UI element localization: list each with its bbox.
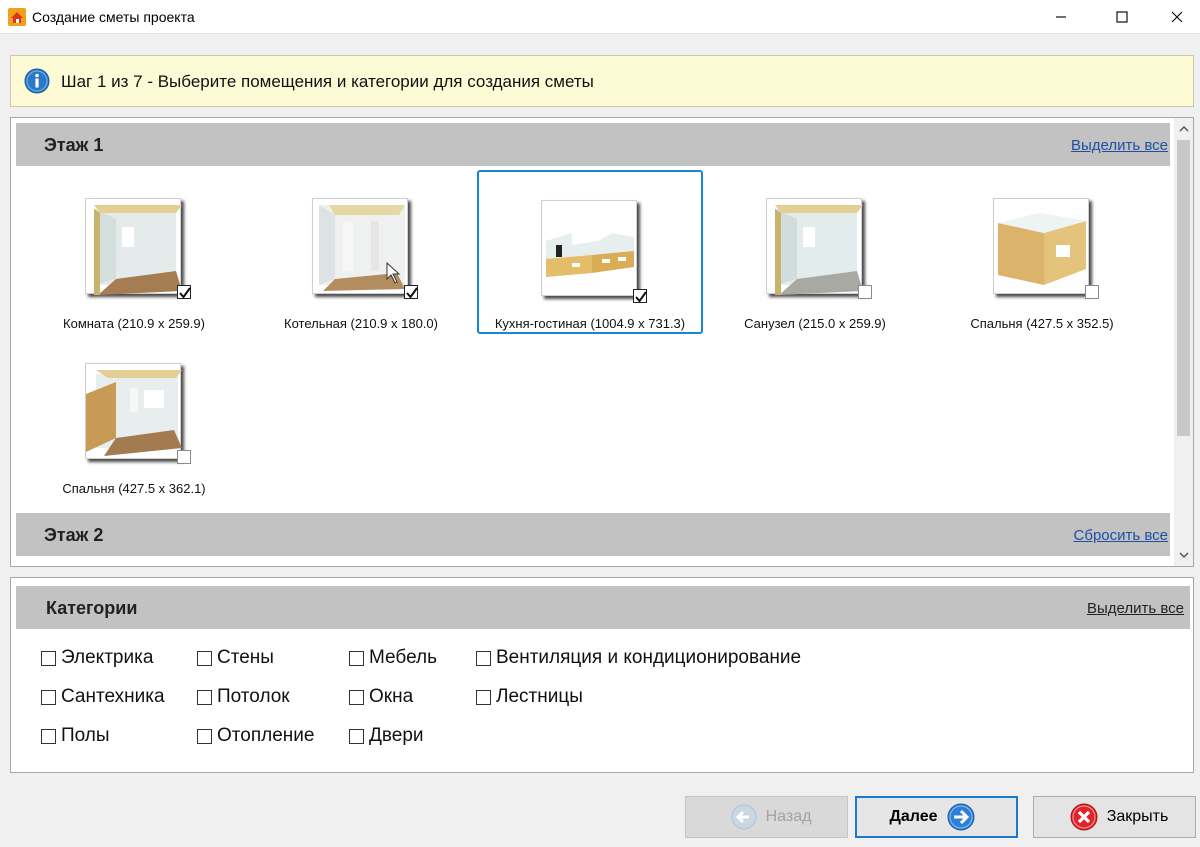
category-plumbing[interactable]: Сантехника: [41, 686, 165, 708]
chevron-down-icon: [1178, 552, 1189, 559]
floor-2-header: Этаж 2 Сбросить все: [16, 513, 1170, 556]
back-button[interactable]: Назад: [685, 796, 848, 838]
window-title: Создание сметы проекта: [32, 9, 195, 25]
categories-panel: Категории Выделить все Электрика Сантехн…: [10, 577, 1194, 773]
floor-1-select-all-link[interactable]: Выделить все: [1071, 137, 1168, 154]
category-windows[interactable]: Окна: [349, 686, 413, 708]
room-thumbnail: [541, 200, 637, 296]
category-label: Лестницы: [496, 686, 583, 707]
room-label: Спальня (427.5 x 362.1): [62, 481, 206, 496]
arrow-left-icon: [731, 804, 757, 830]
close-icon: [1171, 11, 1183, 23]
categories-header: Категории Выделить все: [16, 586, 1190, 629]
next-button[interactable]: Далее: [855, 796, 1018, 838]
category-furniture[interactable]: Мебель: [349, 647, 437, 669]
close-button[interactable]: Закрыть: [1033, 796, 1196, 838]
floor-2-title: Этаж 2: [44, 525, 104, 545]
category-label: Потолок: [217, 686, 290, 707]
scroll-down-button[interactable]: [1174, 546, 1193, 564]
category-label: Окна: [369, 686, 414, 707]
room-checkbox[interactable]: [177, 450, 191, 464]
minimize-button[interactable]: [1038, 0, 1084, 34]
category-label: Электрика: [61, 647, 154, 668]
room-checkbox[interactable]: [404, 285, 418, 299]
category-checkbox[interactable]: [476, 689, 491, 705]
info-bar: Шаг 1 из 7 - Выберите помещения и катего…: [10, 55, 1194, 107]
category-label: Мебель: [369, 647, 437, 668]
room-card-sanuzel[interactable]: Санузел (215.0 x 259.9): [704, 170, 926, 331]
room-label: Комната (210.9 x 259.9): [63, 316, 205, 331]
rooms-scrollbar[interactable]: [1174, 118, 1193, 566]
close-button-label: Закрыть: [1106, 808, 1169, 825]
room-checkbox[interactable]: [1085, 285, 1099, 299]
category-label: Двери: [369, 725, 424, 746]
category-checkbox[interactable]: [41, 689, 56, 705]
category-checkbox[interactable]: [41, 728, 56, 744]
floor-1-header: Этаж 1 Выделить все: [16, 123, 1170, 166]
room-thumbnail: [85, 363, 182, 459]
category-electrics[interactable]: Электрика: [41, 647, 153, 669]
floor-2-reset-all-link[interactable]: Сбросить все: [1074, 527, 1168, 544]
category-checkbox[interactable]: [349, 650, 364, 666]
checkmark-icon: [406, 287, 418, 299]
room-label: Спальня (427.5 x 352.5): [970, 316, 1114, 331]
room-card-spalnya-2[interactable]: Спальня (427.5 x 362.1): [23, 335, 245, 496]
category-label: Вентиляция и кондиционирование: [496, 647, 802, 668]
category-label: Сантехника: [61, 686, 165, 707]
category-heating[interactable]: Отопление: [197, 725, 314, 747]
category-doors[interactable]: Двери: [349, 725, 424, 747]
category-checkbox[interactable]: [197, 728, 212, 744]
checkmark-icon: [635, 291, 647, 303]
maximize-icon: [1116, 11, 1128, 23]
category-stairs[interactable]: Лестницы: [476, 686, 583, 708]
app-home-icon: [8, 8, 26, 26]
next-button-label: Далее: [889, 808, 938, 825]
category-checkbox[interactable]: [349, 728, 364, 744]
category-walls[interactable]: Стены: [197, 647, 274, 669]
scroll-up-button[interactable]: [1174, 120, 1193, 138]
room-thumbnail: [312, 198, 408, 294]
room-card-kotelnaya[interactable]: Котельная (210.9 x 180.0): [250, 170, 472, 331]
room-thumbnail: [766, 198, 863, 295]
category-ceiling[interactable]: Потолок: [197, 686, 290, 708]
room-checkbox[interactable]: [633, 289, 647, 303]
room-checkbox[interactable]: [177, 285, 191, 299]
info-icon: [24, 68, 50, 94]
arrow-right-icon: [947, 803, 975, 831]
category-label: Отопление: [217, 725, 315, 746]
category-ventilation[interactable]: Вентиляция и кондиционирование: [476, 647, 801, 669]
scroll-thumb[interactable]: [1177, 140, 1190, 436]
categories-select-all-link[interactable]: Выделить все: [1087, 600, 1184, 617]
room-checkbox[interactable]: [858, 285, 872, 299]
categories-title: Категории: [46, 598, 138, 618]
title-bar: Создание сметы проекта: [0, 0, 1200, 34]
minimize-icon: [1056, 16, 1066, 18]
room-label: Кухня-гостиная (1004.9 x 731.3): [494, 316, 686, 331]
category-checkbox[interactable]: [349, 689, 364, 705]
category-checkbox[interactable]: [197, 650, 212, 666]
close-circle-icon: [1070, 803, 1098, 831]
category-checkbox[interactable]: [197, 689, 212, 705]
category-checkbox[interactable]: [476, 650, 491, 666]
category-label: Стены: [217, 647, 274, 668]
window-close-button[interactable]: [1154, 0, 1200, 34]
category-floors[interactable]: Полы: [41, 725, 110, 747]
room-label: Санузел (215.0 x 259.9): [744, 316, 886, 331]
chevron-up-icon: [1178, 125, 1189, 132]
step-instruction: Шаг 1 из 7 - Выберите помещения и катего…: [61, 72, 594, 91]
room-card-kukhnya-gostinaya[interactable]: Кухня-гостиная (1004.9 x 731.3): [477, 170, 703, 334]
floor-1-title: Этаж 1: [44, 135, 104, 155]
room-thumbnail: [993, 198, 1089, 294]
maximize-button[interactable]: [1099, 0, 1145, 34]
category-label: Полы: [61, 725, 110, 746]
checkmark-icon: [179, 287, 191, 299]
category-checkbox[interactable]: [41, 650, 56, 666]
room-thumbnail: [85, 198, 182, 295]
rooms-panel: Этаж 1 Выделить все Комната (210.9 x 259…: [10, 117, 1194, 567]
back-button-label: Назад: [765, 808, 812, 825]
room-card-spalnya-1[interactable]: Спальня (427.5 x 352.5): [931, 170, 1153, 331]
room-label: Котельная (210.9 x 180.0): [284, 316, 438, 331]
room-card-komnata[interactable]: Комната (210.9 x 259.9): [23, 170, 245, 331]
